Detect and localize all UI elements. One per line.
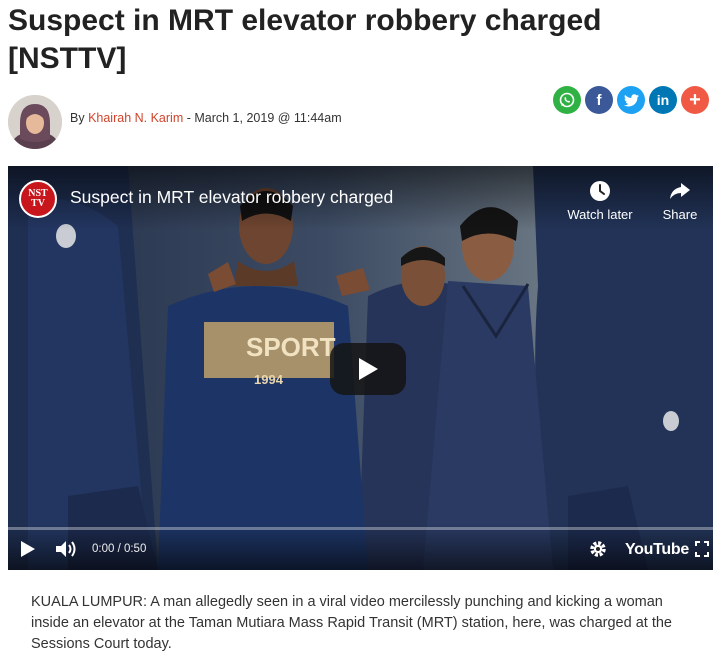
watch-later-label: Watch later [567, 207, 633, 222]
author-link[interactable]: Khairah N. Karim [88, 111, 183, 125]
share-arrow-icon [670, 183, 690, 199]
shirt-text: SPORT [246, 332, 336, 362]
whatsapp-share-button[interactable] [553, 86, 581, 114]
twitter-share-button[interactable] [617, 86, 645, 114]
share-label: Share [662, 207, 698, 222]
byline-prefix: By [70, 111, 89, 125]
share-buttons: f in + [553, 86, 713, 114]
clock-icon [590, 181, 610, 201]
nsttv-channel-logo[interactable]: NST TV [19, 180, 57, 218]
progress-bar[interactable] [8, 527, 713, 530]
linkedin-share-button[interactable]: in [649, 86, 677, 114]
article-headline: Suspect in MRT elevator robbery charged … [8, 4, 602, 75]
play-icon [359, 358, 378, 380]
time-display: 0:00 / 0:50 [92, 543, 147, 555]
linkedin-icon: in [656, 92, 670, 108]
facebook-icon: f [596, 91, 602, 109]
share-video-button[interactable]: Share [656, 178, 704, 222]
youtube-logo[interactable]: YouTube [625, 541, 689, 559]
more-share-button[interactable]: + [681, 86, 709, 114]
author-avatar[interactable] [8, 95, 62, 149]
byline: By Khairah N. Karim - March 1, 2019 @ 11… [70, 111, 342, 125]
settings-gear-icon[interactable] [589, 540, 607, 558]
shirt-year: 1994 [254, 372, 284, 387]
facebook-share-button[interactable]: f [585, 86, 613, 114]
whatsapp-icon [559, 92, 575, 108]
plus-icon: + [689, 89, 701, 111]
volume-icon[interactable] [55, 539, 79, 559]
video-player[interactable]: SPORT 1994 NST TV Suspect in MRT elevato… [8, 166, 713, 570]
watch-later-button[interactable]: Watch later [560, 178, 640, 222]
logo-line-2: TV [31, 198, 45, 209]
twitter-icon [623, 93, 639, 106]
video-title[interactable]: Suspect in MRT elevator robbery charged [70, 187, 393, 208]
play-control-icon[interactable] [20, 540, 36, 558]
fullscreen-icon[interactable] [695, 541, 709, 557]
publish-date: - March 1, 2019 @ 11:44am [183, 111, 342, 125]
play-button[interactable] [330, 343, 406, 395]
article-body: KUALA LUMPUR: A man allegedly seen in a … [31, 594, 672, 652]
